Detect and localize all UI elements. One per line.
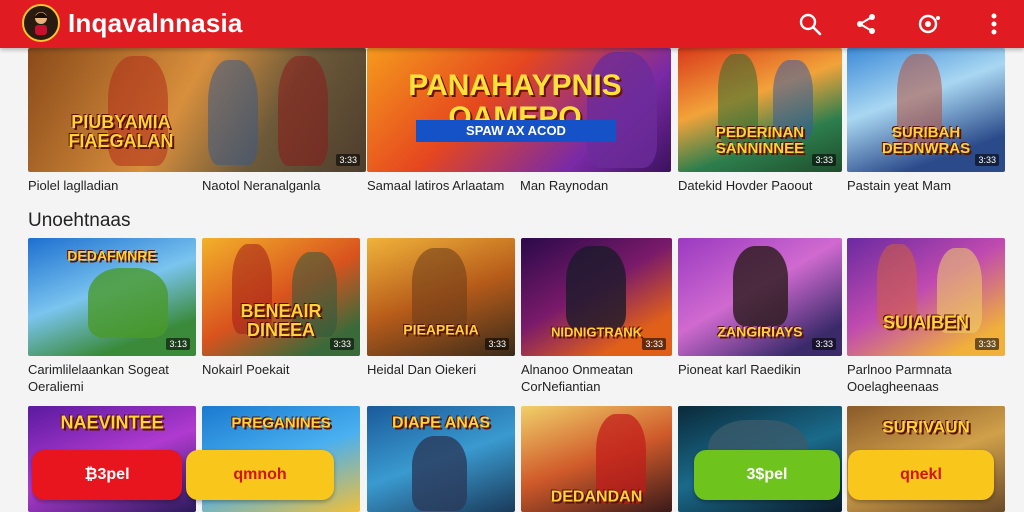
video-card[interactable]: PIEAPEAIA 3:33 Heidal Dan Oiekeri: [367, 238, 515, 398]
settings-icon[interactable]: [914, 10, 942, 38]
character-figure: [733, 246, 788, 326]
video-card[interactable]: SUIAIBEN 3:33 Parlnoo Parmnata Ooelaghee…: [847, 238, 1005, 398]
video-thumbnail[interactable]: SURIBAH DEDNWRAS 3:33: [847, 48, 1005, 172]
video-subtitle: CorNefiantian: [521, 379, 601, 394]
character-figure: [412, 436, 467, 511]
thumbnail-art-text: NAEVINTEE: [60, 412, 164, 433]
video-title[interactable]: Datekid Hovder Paoout: [678, 178, 812, 193]
green-action-button[interactable]: 3$pel: [694, 450, 840, 500]
thumbnail-art-text: SUIAIBEN: [882, 312, 969, 333]
thumbnail-art-text: ZANGIRIAYS: [717, 323, 803, 340]
video-card[interactable]: DIAPE ANAS: [367, 406, 515, 512]
video-card[interactable]: PEDERINAN SANNINNEE 3:33 Datekid Hovder …: [678, 48, 842, 198]
duration-badge: 3:13: [166, 338, 190, 350]
thumbnail-art-text: PREGANINES: [231, 414, 331, 432]
video-card[interactable]: DEDANDAN: [521, 406, 672, 512]
video-title[interactable]: Nokairl Poekait: [202, 362, 289, 377]
video-subtitle: Ooelagheenaas: [847, 379, 939, 394]
character-figure: [208, 60, 258, 165]
thumbnail-art-text: SURIBAH DEDNWRAS: [881, 124, 971, 157]
video-title[interactable]: Heidal Dan Oiekeri: [367, 362, 476, 377]
video-thumbnail[interactable]: DIAPE ANAS: [367, 406, 515, 512]
video-title[interactable]: Piolel laglladian: [28, 178, 118, 193]
video-title[interactable]: Pastain yeat Mam: [847, 178, 951, 193]
duration-badge: 3:33: [642, 338, 666, 350]
video-title[interactable]: Samaal latiros Arlaatam: [367, 178, 504, 193]
thumbnail-art-text: DIAPE ANAS: [391, 414, 491, 432]
thumbnail-art-text: PIUBYAMIA FIAEGALAN: [68, 112, 174, 152]
character-figure: [278, 56, 328, 166]
video-thumbnail[interactable]: ZANGIRIAYS 3:33: [678, 238, 842, 356]
video-thumbnail[interactable]: BENEAIR DINEEA 3:33: [202, 238, 360, 356]
video-title[interactable]: Parlnoo Parmnata: [847, 362, 952, 377]
thumbnail-art-text: BENEAIR DINEEA: [240, 300, 322, 340]
video-card[interactable]: BENEAIR DINEEA 3:33 Nokairl Poekait: [202, 238, 360, 398]
red-action-button[interactable]: ₿3pel: [32, 450, 182, 500]
video-thumbnail[interactable]: SUIAIBEN 3:33: [847, 238, 1005, 356]
video-title[interactable]: Carimlilelaankan Sogeat: [28, 362, 169, 377]
yellow-action-button[interactable]: qnekl: [848, 450, 994, 500]
more-vert-icon[interactable]: [980, 10, 1008, 38]
character-figure: [566, 246, 626, 331]
banner-cta-button[interactable]: SPAW AX ACOD: [416, 120, 616, 142]
app-header: Inqavalnnasia: [0, 0, 1024, 48]
video-thumbnail[interactable]: NIDNIGTRANK 3:33: [521, 238, 672, 356]
thumbnail-art-text: DEDANDAN: [550, 488, 643, 506]
video-subtitle: Oeraliemi: [28, 379, 84, 394]
video-title[interactable]: Pioneat karl Raedikin: [678, 362, 801, 377]
duration-badge: 3:33: [975, 154, 999, 166]
video-card[interactable]: DEDAFMNRE 3:13 Carimlilelaankan Sogeat O…: [28, 238, 196, 398]
video-card[interactable]: SURIBAH DEDNWRAS 3:33 Pastain yeat Mam: [847, 48, 1005, 198]
video-title[interactable]: Naotol Neranalganla: [202, 178, 321, 193]
duration-badge: 3:33: [812, 154, 836, 166]
thumbnail-art-text: PEDERINAN SANNINNEE: [715, 124, 805, 157]
share-icon[interactable]: [852, 10, 880, 38]
duration-badge: 3:33: [975, 338, 999, 350]
video-title[interactable]: Alnanoo Onmeatan: [521, 362, 633, 377]
content-area: PIUBYAMIA FIAEGALAN 3:33 Piolel laglladi…: [0, 48, 1024, 512]
thumbnail-art-text: NIDNIGTRANK: [550, 324, 642, 340]
mascot-logo-icon[interactable]: [22, 4, 60, 42]
yellow-action-button[interactable]: qmnoh: [186, 450, 334, 500]
character-figure: [88, 268, 168, 338]
video-thumbnail[interactable]: PEDERINAN SANNINNEE 3:33: [678, 48, 842, 172]
video-thumbnail[interactable]: PIUBYAMIA FIAEGALAN 3:33: [28, 48, 366, 172]
duration-badge: 3:33: [330, 338, 354, 350]
thumbnail-art-text: PIEAPEAIA: [403, 321, 479, 338]
video-card[interactable]: ZANGIRIAYS 3:33 Pioneat karl Raedikin: [678, 238, 842, 398]
section-title: Unoehtnaas: [28, 210, 131, 231]
duration-badge: 3:33: [336, 154, 360, 166]
video-card[interactable]: PIUBYAMIA FIAEGALAN 3:33 Piolel laglladi…: [28, 48, 366, 198]
video-thumbnail[interactable]: PIEAPEAIA 3:33: [367, 238, 515, 356]
video-thumbnail[interactable]: DEDAFMNRE 3:13: [28, 238, 196, 356]
thumbnail-art-text: DEDAFMNRE: [67, 247, 157, 264]
app-title: Inqavalnnasia: [68, 8, 243, 38]
search-icon[interactable]: [796, 10, 824, 38]
duration-badge: 3:33: [812, 338, 836, 350]
video-card[interactable]: NIDNIGTRANK 3:33 Alnanoo Onmeatan CorNef…: [521, 238, 672, 398]
thumbnail-art-text: SURIVAUN: [882, 417, 970, 437]
video-thumbnail[interactable]: DEDANDAN: [521, 406, 672, 512]
duration-badge: 3:33: [485, 338, 509, 350]
video-title[interactable]: Man Raynodan: [520, 178, 608, 193]
